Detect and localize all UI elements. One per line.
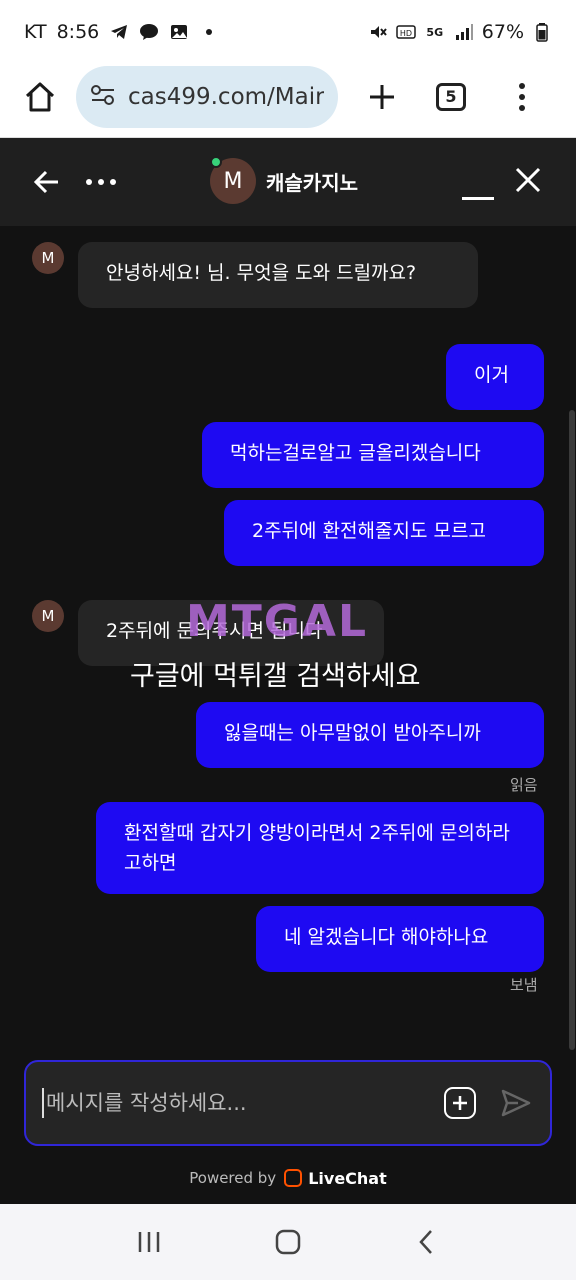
watermark-logo: MTGAL	[186, 596, 369, 647]
chat-header: M 캐슬카지노	[0, 138, 576, 226]
user-message: 잃을때는 아무말없이 받아주니까	[196, 702, 544, 768]
recent-apps-button[interactable]	[129, 1222, 169, 1262]
home-icon	[25, 82, 55, 111]
clock: 8:56	[56, 21, 100, 43]
arrow-left-icon	[33, 170, 58, 194]
close-icon	[515, 167, 541, 193]
back-nav-button[interactable]	[407, 1222, 447, 1262]
sent-status: 보냄	[510, 976, 538, 994]
livechat-icon	[284, 1169, 303, 1187]
minimize-icon	[462, 197, 494, 200]
chat-scrollbar[interactable]	[569, 410, 575, 1050]
agent-message: 안녕하세요! 님. 무엇을 도와 드릴까요?	[78, 242, 478, 308]
agent-name: 캐슬카지노	[266, 170, 358, 195]
status-bar: KT 8:56 HD 5G 67%	[0, 0, 576, 64]
message-input[interactable]	[42, 1088, 434, 1118]
signal-icon	[454, 22, 474, 42]
more-options-button[interactable]	[86, 164, 116, 200]
message-composer	[24, 1060, 552, 1146]
system-navigation-bar	[0, 1204, 576, 1280]
agent-info: M 캐슬카지노	[210, 156, 358, 204]
notification-dot-icon	[199, 22, 219, 42]
browser-menu-button[interactable]	[512, 75, 532, 119]
agent-message-avatar: M	[32, 242, 64, 274]
network-type-icon: 5G	[426, 25, 444, 39]
chevron-left-icon	[418, 1230, 432, 1254]
site-settings-icon[interactable]	[90, 83, 116, 111]
back-button[interactable]	[28, 164, 64, 200]
user-message: 먹하는걸로알고 글올리겠습니다	[202, 422, 544, 488]
read-receipt: 읽음	[510, 776, 538, 794]
kakaotalk-icon	[139, 22, 159, 42]
attach-button[interactable]	[444, 1087, 476, 1119]
user-message: 2주뒤에 환전해줄지도 모르고	[224, 500, 544, 566]
address-bar[interactable]: cas499.com/Mair	[76, 65, 338, 128]
mute-icon	[368, 22, 388, 42]
home-nav-button[interactable]	[268, 1222, 308, 1262]
send-button[interactable]	[498, 1085, 534, 1121]
battery-icon	[532, 22, 552, 42]
svg-text:HD: HD	[400, 29, 412, 38]
recent-apps-icon	[139, 1232, 160, 1252]
agent-message-avatar: M	[32, 600, 64, 632]
agent-avatar: M	[210, 156, 256, 204]
battery-percent: 67%	[481, 21, 524, 43]
user-message: 네 알겠습니다 해야하나요	[256, 906, 544, 972]
livechat-link[interactable]: LiveChat	[284, 1169, 387, 1188]
close-button[interactable]	[514, 166, 546, 198]
online-status-dot	[210, 156, 222, 168]
telegram-icon	[109, 22, 129, 42]
browser-toolbar: cas499.com/Mair 5	[0, 56, 576, 138]
powered-by-label: Powered by	[189, 1169, 277, 1187]
chat-messages[interactable]: M 안녕하세요! 님. 무엇을 도와 드릴까요? 이거 먹하는걸로알고 글올리겠…	[0, 226, 576, 1056]
gallery-icon	[169, 22, 189, 42]
new-tab-button[interactable]	[360, 75, 404, 119]
url-text[interactable]: cas499.com/Mair	[128, 84, 324, 110]
user-message: 이거	[446, 344, 544, 410]
hd-icon: HD	[396, 22, 416, 42]
powered-by-footer: Powered by LiveChat	[0, 1158, 576, 1198]
user-message: 환전할때 갑자기 양방이라면서 2주뒤에 문의하라고하면	[96, 802, 544, 894]
home-button[interactable]	[18, 75, 62, 119]
tab-switcher-button[interactable]: 5	[436, 82, 466, 111]
plus-icon	[453, 1096, 467, 1110]
watermark-caption: 구글에 먹튀갤 검색하세요	[130, 661, 421, 692]
minimize-button[interactable]	[462, 170, 496, 200]
home-nav-icon	[275, 1229, 301, 1255]
send-icon	[501, 1089, 531, 1117]
plus-icon	[370, 84, 394, 109]
carrier-label: KT	[24, 21, 47, 43]
livechat-brand: LiveChat	[308, 1168, 387, 1188]
